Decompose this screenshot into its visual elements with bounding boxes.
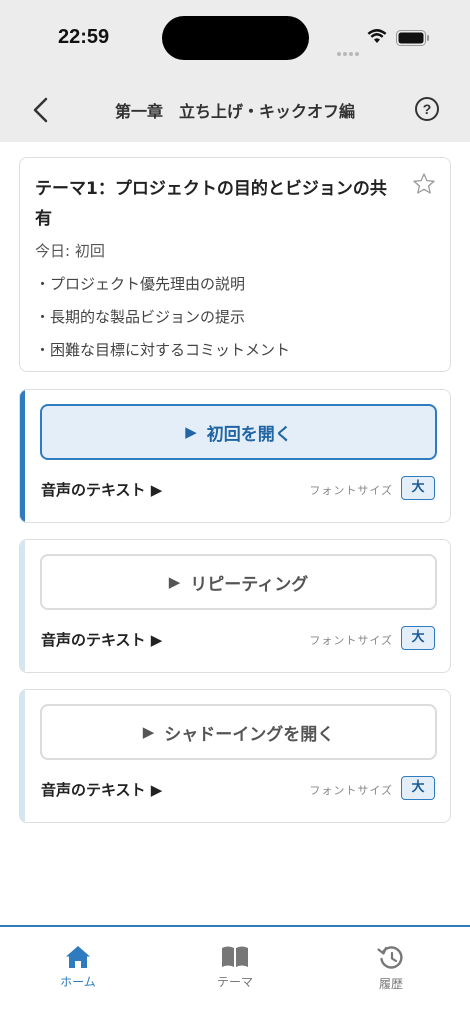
favorite-star-icon[interactable] (412, 172, 436, 196)
tab-home[interactable]: ホーム (28, 945, 128, 990)
status-bar: 22:59 (0, 0, 470, 76)
book-icon (222, 946, 248, 967)
audio-text-toggle[interactable]: 音声のテキスト ▶ (41, 479, 162, 500)
theme-bullet-list: ・プロジェクト優先理由の説明 ・長期的な製品ビジョンの提示 ・困難な目標に対する… (35, 268, 436, 367)
theme-card: テーマ1：プロジェクトの目的とビジョンの共有 今日: 初回 ・プロジェクト優先理… (19, 157, 451, 372)
font-size-label: フォントサイズ (309, 484, 393, 497)
play-icon: ▶ (168, 573, 181, 591)
button-label: 初回を開く (206, 424, 292, 445)
page-title: 第一章 立ち上げ・キックオフ編 (114, 102, 355, 121)
open-first-session-button[interactable]: ▶ 初回を開く (40, 404, 437, 460)
help-icon[interactable]: ? (415, 97, 439, 121)
tab-theme[interactable]: テーマ (185, 945, 285, 990)
audio-text-toggle[interactable]: 音声のテキスト ▶ (41, 779, 162, 800)
card-accent-bar (20, 540, 25, 672)
open-shadowing-button[interactable]: ▶ シャドーイングを開く (40, 704, 437, 760)
card-accent-bar (20, 690, 25, 822)
font-size-label: フォントサイズ (309, 634, 393, 647)
theme-title: テーマ1：プロジェクトの目的とビジョンの共有 (35, 179, 387, 229)
first-session-card: ▶ 初回を開く 音声のテキスト ▶ フォントサイズ 大 (19, 389, 451, 523)
font-size-button[interactable]: 大 (401, 476, 435, 500)
tab-history[interactable]: 履歴 (341, 945, 441, 992)
cellular-signal-icon (337, 41, 361, 60)
history-icon (377, 946, 403, 969)
repeating-button[interactable]: ▶ リピーティング (40, 554, 437, 610)
dynamic-island (162, 16, 309, 60)
tab-label: ホーム (60, 975, 96, 989)
navigation-bar: 第一章 立ち上げ・キックオフ編 ? (0, 76, 470, 142)
home-icon (66, 946, 90, 968)
theme-bullet: ・プロジェクト優先理由の説明 (35, 275, 246, 293)
button-label: シャドーイングを開く (164, 724, 335, 745)
back-chevron-icon[interactable] (26, 95, 56, 125)
battery-icon (396, 30, 429, 46)
button-label: リピーティング (190, 574, 309, 595)
theme-bullet: ・長期的な製品ビジョンの提示 (35, 308, 246, 326)
repeating-card: ▶ リピーティング 音声のテキスト ▶ フォントサイズ 大 (19, 539, 451, 673)
shadowing-card: ▶ シャドーイングを開く 音声のテキスト ▶ フォントサイズ 大 (19, 689, 451, 823)
today-status: 今日: 初回 (35, 242, 105, 260)
tab-bar: ホーム テーマ 履歴 (0, 925, 470, 1024)
theme-bullet: ・困難な目標に対するコミットメント (35, 341, 291, 359)
status-time: 22:59 (58, 26, 110, 48)
font-size-button[interactable]: 大 (401, 626, 435, 650)
card-accent-bar (20, 390, 25, 522)
audio-text-toggle[interactable]: 音声のテキスト ▶ (41, 629, 162, 650)
tab-label: 履歴 (378, 977, 403, 991)
font-size-button[interactable]: 大 (401, 776, 435, 800)
tab-label: テーマ (216, 975, 253, 989)
play-icon: ▶ (185, 423, 197, 441)
wifi-icon (367, 29, 387, 43)
font-size-label: フォントサイズ (309, 784, 393, 797)
play-icon: ▶ (142, 723, 155, 741)
